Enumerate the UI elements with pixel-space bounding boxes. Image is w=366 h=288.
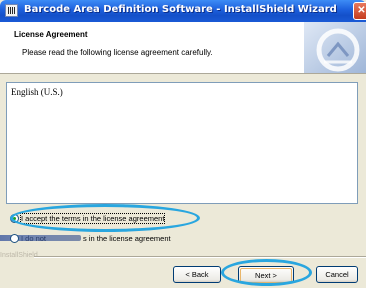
close-icon[interactable]: ✕ <box>353 2 366 20</box>
accept-radio-option[interactable]: I accept the terms in the license agreem… <box>10 212 166 224</box>
back-button[interactable]: < Back <box>173 266 221 283</box>
back-button-label: < Back <box>185 270 209 279</box>
cancel-button-label: Cancel <box>325 270 349 279</box>
license-text-box[interactable]: English (U.S.) <box>6 82 358 204</box>
header-title: License Agreement <box>14 30 88 39</box>
footer-divider <box>34 256 366 258</box>
installer-window: Barcode Area Definition Software - Insta… <box>0 0 366 288</box>
radio-icon[interactable] <box>10 213 19 223</box>
window-title: Barcode Area Definition Software - Insta… <box>24 4 337 15</box>
title-bar[interactable]: Barcode Area Definition Software - Insta… <box>0 0 366 22</box>
license-language-text: English (U.S.) <box>11 87 63 97</box>
decline-radio-option[interactable]: I do not s in the license agreement <box>0 232 171 244</box>
installshield-brand: InstallShield <box>0 252 38 259</box>
decline-radio-label-end[interactable]: s in the license agreement <box>83 234 171 243</box>
header-graphic-icon <box>304 22 366 73</box>
app-icon <box>5 4 18 17</box>
accept-radio-label[interactable]: I accept the terms in the license agreem… <box>19 212 166 224</box>
wizard-header: License Agreement Please read the follow… <box>0 22 366 74</box>
next-button-label: Next > <box>240 268 292 283</box>
radio-icon[interactable] <box>10 233 19 243</box>
cancel-button[interactable]: Cancel <box>316 266 358 283</box>
next-button[interactable]: Next > <box>238 266 294 283</box>
header-subtitle: Please read the following license agreem… <box>22 48 213 57</box>
